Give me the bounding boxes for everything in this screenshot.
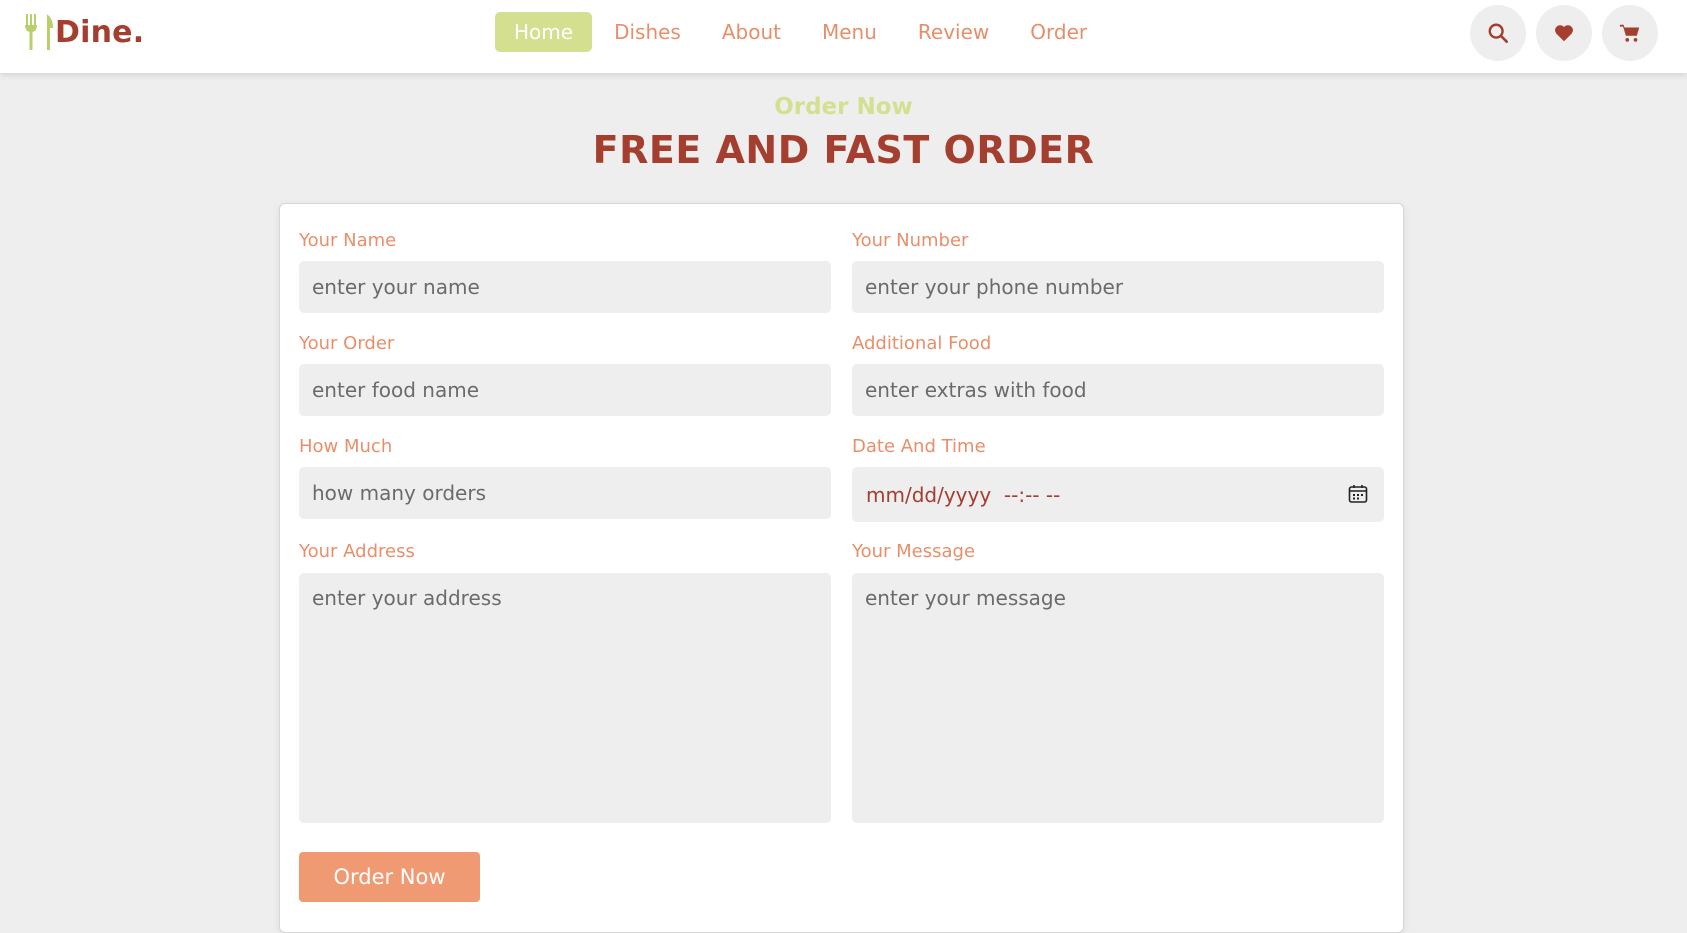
datetime-label: Date And Time	[852, 436, 986, 457]
datetime-input[interactable]: mm/dd/yyyy --:-- --	[852, 467, 1384, 522]
site-header: Dine. Home Dishes About Menu Review Orde…	[0, 0, 1687, 73]
cart-icon	[1619, 24, 1640, 42]
phone-input[interactable]	[852, 261, 1384, 313]
name-label: Your Name	[299, 230, 397, 251]
additional-label: Additional Food	[852, 333, 992, 354]
order-now-button[interactable]: Order Now	[299, 852, 480, 902]
section-subtitle: Order Now	[774, 94, 913, 120]
search-icon	[1488, 23, 1508, 43]
message-textarea[interactable]	[852, 573, 1384, 823]
name-input[interactable]	[299, 261, 831, 313]
quantity-input[interactable]	[299, 467, 831, 519]
number-label: Your Number	[852, 230, 969, 251]
datetime-placeholder: mm/dd/yyyy --:-- --	[866, 482, 1061, 507]
message-label: Your Message	[852, 541, 976, 562]
address-label: Your Address	[299, 541, 415, 562]
heart-icon	[1555, 25, 1573, 42]
section-title: FREE AND FAST ORDER	[592, 128, 1095, 172]
nav-home[interactable]: Home	[495, 12, 593, 52]
nav-menu[interactable]: Menu	[803, 12, 896, 52]
order-label: Your Order	[299, 333, 395, 354]
favorites-button[interactable]	[1536, 5, 1592, 61]
quantity-label: How Much	[299, 436, 393, 457]
nav-about[interactable]: About	[703, 12, 800, 52]
cart-button[interactable]	[1602, 5, 1658, 61]
calendar-icon[interactable]	[1348, 484, 1368, 504]
search-button[interactable]	[1470, 5, 1526, 61]
main-nav: Home Dishes About Menu Review Order	[495, 12, 1109, 52]
extras-input[interactable]	[852, 364, 1384, 416]
brand-name: Dine.	[55, 14, 145, 50]
address-textarea[interactable]	[299, 573, 831, 823]
nav-review[interactable]: Review	[899, 12, 1008, 52]
nav-order[interactable]: Order	[1011, 12, 1106, 52]
logo[interactable]: Dine.	[24, 12, 144, 52]
order-form: Your Name Your Number Your Order Additio…	[279, 203, 1404, 933]
food-name-input[interactable]	[299, 364, 831, 416]
utensils-icon	[25, 14, 53, 50]
nav-dishes[interactable]: Dishes	[595, 12, 700, 52]
